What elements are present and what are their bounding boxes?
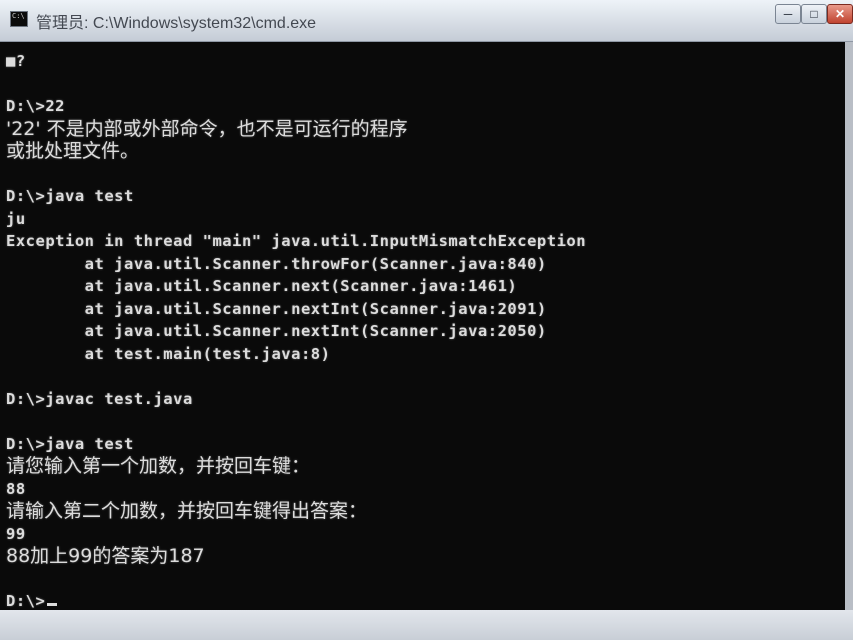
console-line: at java.util.Scanner.next(Scanner.java:1… (6, 277, 518, 295)
title-bar[interactable]: 管理员: C:\Windows\system32\cmd.exe ─ □ ✕ (0, 0, 853, 42)
minimize-button[interactable]: ─ (775, 4, 801, 24)
close-icon: ✕ (834, 7, 846, 21)
console-line: 或批处理文件。 (6, 140, 140, 162)
console-line: ju (6, 209, 26, 228)
console-line: Exception in thread "main" java.util.Inp… (6, 232, 587, 250)
vertical-scrollbar[interactable] (845, 42, 853, 610)
console-line: at java.util.Scanner.nextInt(Scanner.jav… (6, 299, 547, 318)
console-prompt[interactable]: D:\> (6, 590, 845, 610)
console-line: 请您输入第一个加数，并按回车键： (6, 455, 311, 477)
console-line: at java.util.Scanner.throwFor(Scanner.ja… (6, 254, 547, 273)
minimize-icon: ─ (783, 7, 793, 21)
maximize-icon: □ (810, 7, 818, 21)
window-title: 管理员: C:\Windows\system32\cmd.exe (36, 15, 317, 32)
console-line: '22' 不是内部或外部命令，也不是可运行的程序 (6, 117, 408, 140)
text-cursor (47, 603, 58, 606)
close-button[interactable]: ✕ (827, 4, 853, 24)
maximize-button[interactable]: □ (801, 4, 827, 24)
prompt-text: D:\> (6, 592, 46, 610)
console-output[interactable]: ■? D:\>22 '22' 不是内部或外部命令，也不是可运行的程序 或批处理文… (0, 42, 845, 610)
console-line: 88加上99的答案为187 (6, 545, 205, 567)
console-line: 99 (6, 524, 26, 543)
console-line: at java.util.Scanner.nextInt(Scanner.jav… (6, 322, 547, 340)
cmd-app-icon[interactable] (10, 11, 28, 27)
console-line: 请输入第二个加数，并按回车键得出答案： (6, 500, 368, 522)
window-bottom-frame (0, 610, 853, 640)
console-line: ■? (6, 52, 26, 70)
console-line: 88 (6, 479, 26, 498)
console-line: D:\>java test (6, 434, 134, 453)
console-line: D:\>22 (6, 97, 65, 115)
cmd-window: 管理员: C:\Windows\system32\cmd.exe ─ □ ✕ ■… (0, 0, 853, 640)
console-line: at test.main(test.java:8) (6, 344, 331, 363)
console-line: D:\>java test (6, 187, 134, 205)
console-line: D:\>javac test.java (6, 389, 193, 408)
